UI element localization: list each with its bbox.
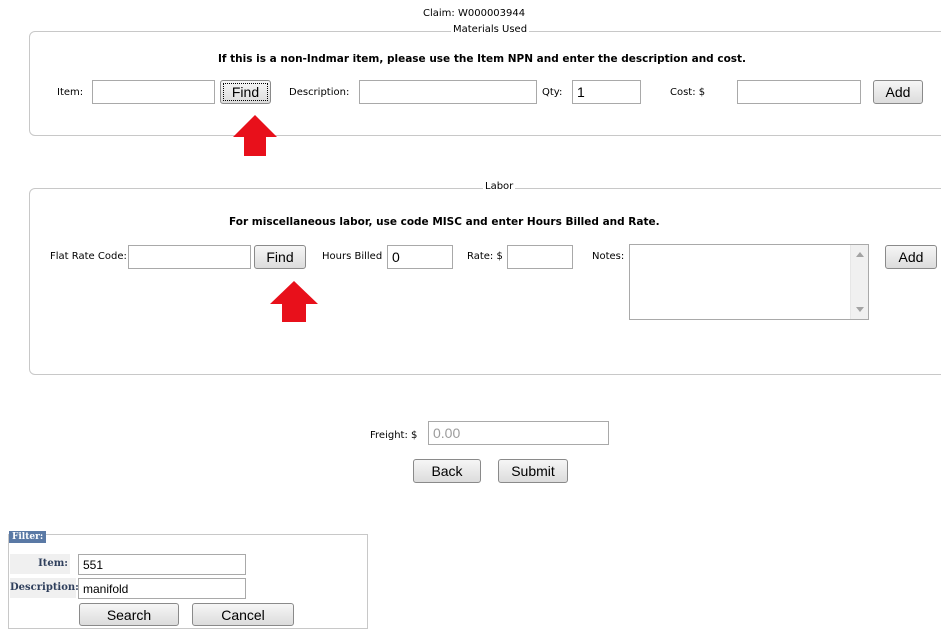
materials-instruction: If this is a non-Indmar item, please use… <box>218 53 747 65</box>
filter-description-input[interactable] <box>78 578 246 599</box>
filter-item-label: Item: <box>10 554 70 574</box>
hours-billed-label: Hours Billed <box>322 251 383 262</box>
scroll-down-icon[interactable] <box>856 307 864 312</box>
filter-title: Filter: <box>9 531 47 543</box>
notes-scrollbar[interactable] <box>850 245 868 319</box>
flat-rate-code-input[interactable] <box>128 245 251 269</box>
filter-item-input[interactable] <box>78 554 246 575</box>
materials-item-input[interactable] <box>92 80 215 104</box>
up-arrow-icon <box>270 281 318 322</box>
rate-label: Rate: $ <box>467 251 503 262</box>
flat-rate-code-label: Flat Rate Code: <box>50 251 127 262</box>
claim-label: Claim: <box>423 8 455 19</box>
freight-input[interactable] <box>428 421 609 445</box>
claim-header: Claim: W000003944 <box>423 8 525 19</box>
rate-input[interactable] <box>507 245 573 269</box>
labor-find-button[interactable]: Find <box>254 245 306 269</box>
labor-legend: Labor <box>483 181 516 192</box>
back-button[interactable]: Back <box>413 459 481 483</box>
submit-button[interactable]: Submit <box>498 459 568 483</box>
materials-description-input[interactable] <box>359 80 537 104</box>
scroll-up-icon[interactable] <box>856 252 864 257</box>
materials-item-label: Item: <box>57 87 84 98</box>
materials-legend: Materials Used <box>451 24 530 35</box>
filter-cancel-button[interactable]: Cancel <box>192 603 294 626</box>
materials-cost-input[interactable] <box>737 80 861 104</box>
up-arrow-icon <box>233 115 277 156</box>
materials-find-button[interactable]: Find <box>220 80 271 104</box>
materials-qty-input[interactable] <box>572 80 641 104</box>
materials-description-label: Description: <box>289 87 350 98</box>
notes-label: Notes: <box>592 251 625 262</box>
filter-description-label: Description: <box>10 578 79 598</box>
claim-number: W000003944 <box>457 8 526 19</box>
hours-billed-input[interactable] <box>387 245 453 269</box>
notes-textarea[interactable] <box>629 244 869 320</box>
labor-add-button[interactable]: Add <box>885 245 937 269</box>
filter-search-button[interactable]: Search <box>79 603 179 626</box>
freight-label: Freight: $ <box>370 430 418 441</box>
materials-cost-label: Cost: $ <box>670 87 706 98</box>
labor-instruction: For miscellaneous labor, use code MISC a… <box>229 216 660 228</box>
materials-qty-label: Qty: <box>542 87 563 98</box>
materials-add-button[interactable]: Add <box>873 80 923 104</box>
